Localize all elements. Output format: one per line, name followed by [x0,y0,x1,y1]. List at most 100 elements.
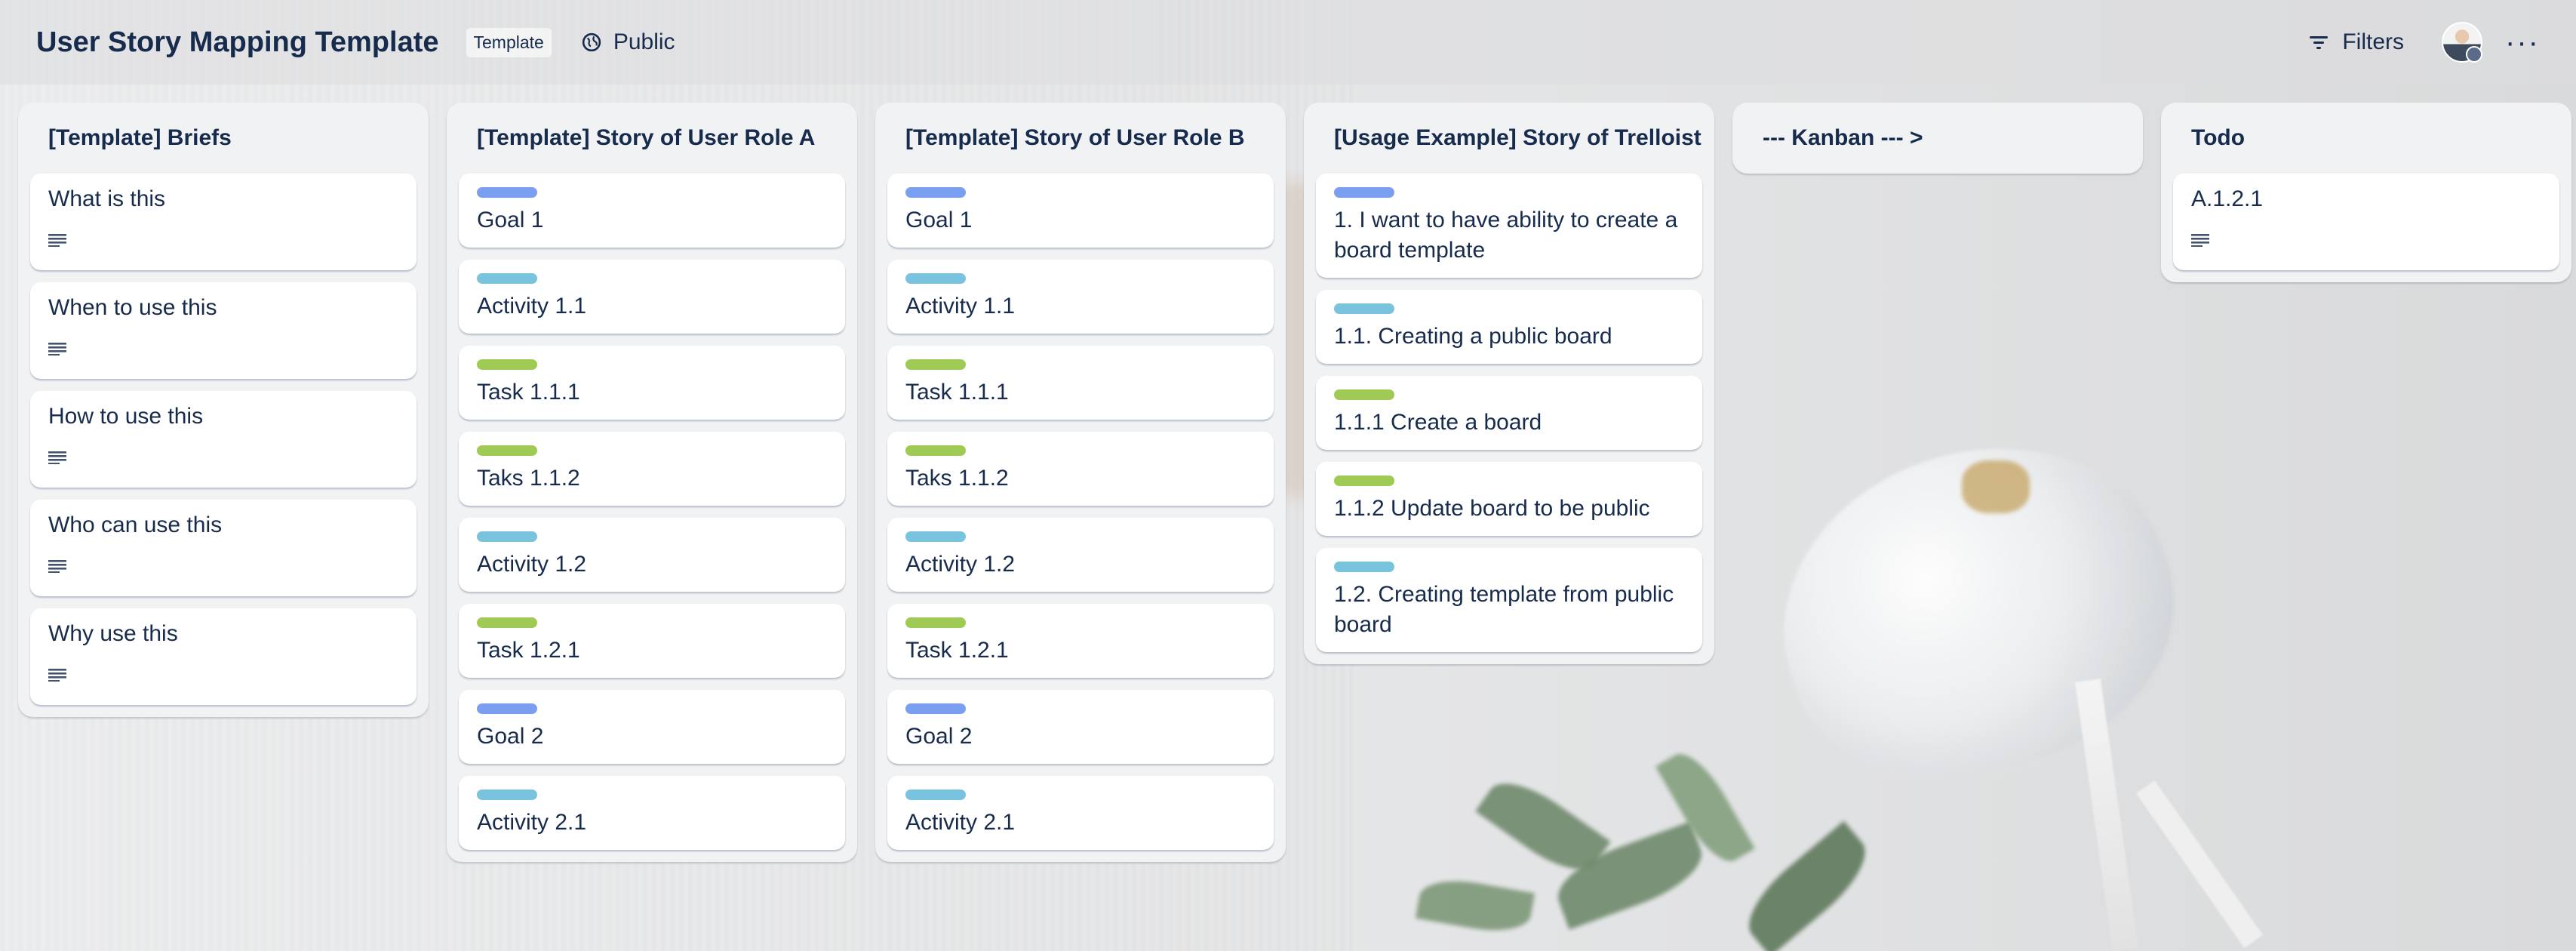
card-title: 1. I want to have ability to create a bo… [1334,208,1678,263]
list-title[interactable]: [Usage Example] Story of Trelloist [1316,103,1702,174]
template-badge: Template [466,27,552,57]
card-title: Activity 1.2 [905,552,1016,577]
avatar[interactable] [2442,22,2483,63]
card-label-task[interactable] [905,359,966,370]
card-title: Why use this [48,621,178,646]
description-icon [48,334,398,364]
card-label-task[interactable] [1334,389,1394,400]
card[interactable]: A.1.2.1 [2173,174,2559,270]
card-title: Activity 2.1 [477,810,587,835]
card[interactable]: 1.1. Creating a public board [1316,290,1702,364]
card-label-activity[interactable] [905,531,966,542]
card-title: Task 1.1.1 [477,380,580,405]
card-label-activity[interactable] [477,789,537,800]
card-label-task[interactable] [477,359,537,370]
card[interactable]: Task 1.2.1 [887,604,1274,678]
card-title: 1.1. Creating a public board [1334,324,1612,349]
card-title: Task 1.1.1 [905,380,1009,405]
card-label-goal[interactable] [1334,187,1394,198]
card-label-task[interactable] [905,617,966,628]
board-title[interactable]: User Story Mapping Template [36,26,439,59]
card[interactable]: Task 1.1.1 [459,346,845,420]
card[interactable]: Taks 1.1.2 [887,432,1274,506]
list-title[interactable]: [Template] Story of User Role B [887,103,1274,174]
card[interactable]: 1. I want to have ability to create a bo… [1316,174,1702,278]
list-title[interactable]: [Template] Briefs [30,103,417,174]
card-title: When to use this [48,295,217,320]
card[interactable]: Task 1.1.1 [887,346,1274,420]
globe-icon [582,32,601,52]
card[interactable]: When to use this [30,282,417,379]
list[interactable]: [Template] Briefs What is this When to use… [18,103,429,717]
card[interactable]: Goal 1 [887,174,1274,248]
card[interactable]: What is this [30,174,417,270]
card[interactable]: Why use this [30,608,417,705]
card[interactable]: Activity 1.1 [887,260,1274,334]
card[interactable]: Who can use this [30,500,417,596]
list[interactable]: Todo A.1.2.1 [2161,103,2571,282]
card[interactable]: Activity 1.1 [459,260,845,334]
card-label-activity[interactable] [1334,562,1394,572]
card-label-activity[interactable] [1334,303,1394,314]
card-label-activity[interactable] [477,531,537,542]
description-icon [48,551,398,581]
card-label-activity[interactable] [905,789,966,800]
card[interactable]: How to use this [30,391,417,488]
card-label-task[interactable] [477,617,537,628]
card[interactable]: Activity 1.2 [459,518,845,592]
list[interactable]: [Template] Story of User Role B Goal 1 Act… [875,103,1286,862]
description-icon [48,442,398,472]
filter-icon [2310,36,2329,49]
card-title: Activity 2.1 [905,810,1016,835]
card-title: Goal 2 [905,724,973,749]
card-title: 1.1.1 Create a board [1334,410,1542,435]
card[interactable]: 1.2. Creating template from public board [1316,548,1702,652]
card[interactable]: Goal 2 [887,690,1274,764]
card[interactable]: Activity 2.1 [887,776,1274,850]
card-label-activity[interactable] [905,273,966,284]
card-title: What is this [48,186,166,211]
card-title: How to use this [48,404,204,429]
more-menu-button[interactable]: ··· [2505,26,2540,60]
card-title: Taks 1.1.2 [905,466,1009,491]
card-label-task[interactable] [1334,476,1394,486]
card[interactable]: 1.1.2 Update board to be public [1316,462,1702,536]
card[interactable]: 1.1.1 Create a board [1316,376,1702,450]
card[interactable]: Activity 1.2 [887,518,1274,592]
list[interactable]: [Usage Example] Story of Trelloist 1. I w… [1304,103,1714,664]
card-label-activity[interactable] [477,273,537,284]
card-title: Task 1.2.1 [905,638,1009,663]
card[interactable]: Task 1.2.1 [459,604,845,678]
card-label-goal[interactable] [905,703,966,714]
card[interactable]: Taks 1.1.2 [459,432,845,506]
list-title[interactable]: Todo [2173,103,2559,174]
card-label-task[interactable] [477,445,537,456]
description-icon [48,225,398,255]
card[interactable]: Activity 2.1 [459,776,845,850]
card-title: Activity 1.2 [477,552,587,577]
card[interactable]: Goal 2 [459,690,845,764]
description-icon [2191,225,2541,255]
board-header: User Story Mapping Template Template Pub… [0,0,2576,85]
list[interactable]: --- Kanban --- > [1732,103,2143,174]
card-label-task[interactable] [905,445,966,456]
card-title: Goal 2 [477,724,544,749]
visibility-button[interactable]: Public [582,29,675,55]
card-label-goal[interactable] [905,187,966,198]
filters-label: Filters [2342,29,2405,54]
card-title: Activity 1.1 [905,294,1016,319]
filters-button[interactable]: Filters [2309,29,2404,55]
card-title: Task 1.2.1 [477,638,580,663]
card-label-goal[interactable] [477,187,537,198]
card-title: Taks 1.1.2 [477,466,580,491]
list[interactable]: [Template] Story of User Role A Goal 1 Act… [447,103,857,862]
card-label-goal[interactable] [477,703,537,714]
list-title[interactable]: [Template] Story of User Role A [459,103,845,174]
card-title: Who can use this [48,512,223,537]
list-title[interactable]: --- Kanban --- > [1744,103,2131,174]
card[interactable]: Goal 1 [459,174,845,248]
visibility-label: Public [613,29,675,54]
card-title: Goal 1 [905,208,973,232]
card-title: A.1.2.1 [2191,186,2264,211]
description-icon [48,660,398,690]
